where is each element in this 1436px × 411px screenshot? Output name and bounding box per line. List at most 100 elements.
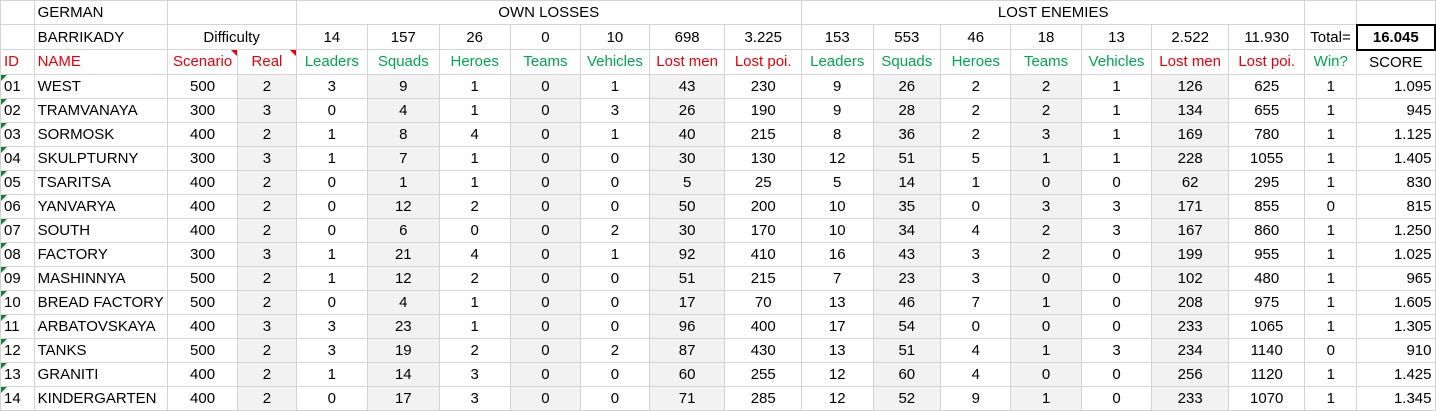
id-cell[interactable]: 04	[0, 145, 35, 171]
win-cell[interactable]: 0	[1304, 193, 1358, 219]
own-lost-men-cell[interactable]: 30	[648, 217, 726, 243]
id-cell[interactable]: 09	[0, 265, 35, 291]
enemy-heroes-cell[interactable]: 5	[940, 145, 1012, 171]
own-vehicles-cell[interactable]: 0	[580, 385, 650, 411]
id-cell[interactable]: 14	[0, 385, 35, 411]
score-cell[interactable]: 830	[1356, 169, 1436, 195]
enemy-lost-points-cell[interactable]: 295	[1227, 169, 1306, 195]
own-heroes-cell[interactable]: 1	[438, 169, 511, 195]
own-vehicles-cell[interactable]: 1	[580, 241, 650, 267]
own-heroes-cell[interactable]: 3	[438, 385, 511, 411]
own-lost-men-cell[interactable]: 87	[648, 337, 726, 363]
enemy-leaders-cell[interactable]: 12	[800, 361, 874, 387]
own-leaders-header[interactable]: Leaders	[295, 49, 369, 75]
enemy-teams-cell[interactable]: 0	[1010, 169, 1082, 195]
enemy-vehicles-cell[interactable]: 0	[1080, 385, 1153, 411]
enemy-leaders-cell[interactable]: 5	[800, 169, 874, 195]
own-total-cell[interactable]: 698	[648, 24, 726, 50]
enemy-lost-points-cell[interactable]: 855	[1227, 193, 1306, 219]
own-heroes-cell[interactable]: 1	[438, 289, 511, 315]
real-cell[interactable]: 3	[237, 313, 297, 339]
enemy-squads-cell[interactable]: 52	[872, 385, 942, 411]
cell[interactable]	[1356, 0, 1436, 25]
enemy-vehicles-cell[interactable]: 0	[1080, 313, 1153, 339]
enemy-lost-men-cell[interactable]: 208	[1151, 289, 1229, 315]
cell[interactable]	[0, 24, 35, 50]
enemy-squads-cell[interactable]: 28	[872, 97, 942, 123]
enemy-vehicles-cell[interactable]: 1	[1080, 121, 1153, 147]
win-cell[interactable]: 1	[1304, 169, 1358, 195]
own-squads-cell[interactable]: 7	[367, 145, 440, 171]
own-lost-points-cell[interactable]: 400	[724, 313, 802, 339]
own-total-cell[interactable]: 14	[295, 24, 369, 50]
own-heroes-cell[interactable]: 0	[438, 217, 511, 243]
enemy-teams-cell[interactable]: 1	[1010, 289, 1082, 315]
own-lost-points-cell[interactable]: 430	[724, 337, 802, 363]
name-cell[interactable]: KINDERGARTEN	[33, 385, 168, 411]
enemy-leaders-cell[interactable]: 10	[800, 193, 874, 219]
scenario-cell[interactable]: 400	[166, 121, 239, 147]
scenario-cell[interactable]: 300	[166, 241, 239, 267]
scenario-cell[interactable]: 400	[166, 313, 239, 339]
score-cell[interactable]: 1.025	[1356, 241, 1436, 267]
real-cell[interactable]: 3	[237, 145, 297, 171]
enemy-lost-men-cell[interactable]: 102	[1151, 265, 1229, 291]
real-cell[interactable]: 3	[237, 241, 297, 267]
own-leaders-cell[interactable]: 0	[295, 289, 369, 315]
own-squads-cell[interactable]: 4	[367, 97, 440, 123]
scenario-cell[interactable]: 300	[166, 97, 239, 123]
cell[interactable]	[1304, 0, 1358, 25]
own-lost-men-cell[interactable]: 92	[648, 241, 726, 267]
own-heroes-cell[interactable]: 1	[438, 73, 511, 99]
enemy-lost-points-cell[interactable]: 780	[1227, 121, 1306, 147]
win-cell[interactable]: 1	[1304, 313, 1358, 339]
own-teams-header[interactable]: Teams	[509, 49, 582, 75]
own-leaders-cell[interactable]: 1	[295, 145, 369, 171]
own-vehicles-cell[interactable]: 1	[580, 121, 650, 147]
own-lost-men-header[interactable]: Lost men	[648, 49, 726, 75]
own-squads-cell[interactable]: 9	[367, 73, 440, 99]
enemy-lost-points-cell[interactable]: 625	[1227, 73, 1306, 99]
own-total-cell[interactable]: 26	[438, 24, 511, 50]
own-heroes-cell[interactable]: 1	[438, 145, 511, 171]
name-cell[interactable]: ARBATOVSKAYA	[33, 313, 168, 339]
win-cell[interactable]: 0	[1304, 337, 1358, 363]
enemy-heroes-cell[interactable]: 4	[940, 217, 1012, 243]
enemy-total-cell[interactable]: 11.930	[1227, 24, 1306, 50]
enemy-lost-men-cell[interactable]: 167	[1151, 217, 1229, 243]
own-squads-cell[interactable]: 1	[367, 169, 440, 195]
own-total-cell[interactable]: 3.225	[724, 24, 802, 50]
enemy-heroes-cell[interactable]: 9	[940, 385, 1012, 411]
score-cell[interactable]: 1.125	[1356, 121, 1436, 147]
own-teams-cell[interactable]: 0	[509, 337, 582, 363]
enemy-teams-cell[interactable]: 0	[1010, 265, 1082, 291]
own-lost-points-cell[interactable]: 190	[724, 97, 802, 123]
enemy-vehicles-cell[interactable]: 0	[1080, 241, 1153, 267]
enemy-total-cell[interactable]: 153	[800, 24, 874, 50]
enemy-lost-men-cell[interactable]: 233	[1151, 385, 1229, 411]
own-squads-header[interactable]: Squads	[367, 49, 440, 75]
own-vehicles-cell[interactable]: 0	[580, 289, 650, 315]
own-squads-cell[interactable]: 4	[367, 289, 440, 315]
score-cell[interactable]: 1.095	[1356, 73, 1436, 99]
enemy-squads-cell[interactable]: 46	[872, 289, 942, 315]
enemy-vehicles-cell[interactable]: 3	[1080, 193, 1153, 219]
enemy-lost-men-cell[interactable]: 134	[1151, 97, 1229, 123]
enemy-lost-men-cell[interactable]: 199	[1151, 241, 1229, 267]
own-squads-cell[interactable]: 14	[367, 361, 440, 387]
own-lost-men-cell[interactable]: 60	[648, 361, 726, 387]
enemy-teams-cell[interactable]: 3	[1010, 193, 1082, 219]
id-header[interactable]: ID	[0, 49, 35, 75]
real-header[interactable]: Real	[237, 49, 297, 75]
lost-enemies-header[interactable]: LOST ENEMIES	[800, 0, 1306, 25]
win-cell[interactable]: 1	[1304, 385, 1358, 411]
win-cell[interactable]: 1	[1304, 145, 1358, 171]
real-cell[interactable]: 2	[237, 169, 297, 195]
own-vehicles-cell[interactable]: 0	[580, 193, 650, 219]
score-cell[interactable]: 815	[1356, 193, 1436, 219]
enemy-teams-cell[interactable]: 2	[1010, 97, 1082, 123]
own-leaders-cell[interactable]: 1	[295, 265, 369, 291]
win-cell[interactable]: 1	[1304, 241, 1358, 267]
enemy-leaders-cell[interactable]: 9	[800, 73, 874, 99]
name-cell[interactable]: GRANITI	[33, 361, 168, 387]
